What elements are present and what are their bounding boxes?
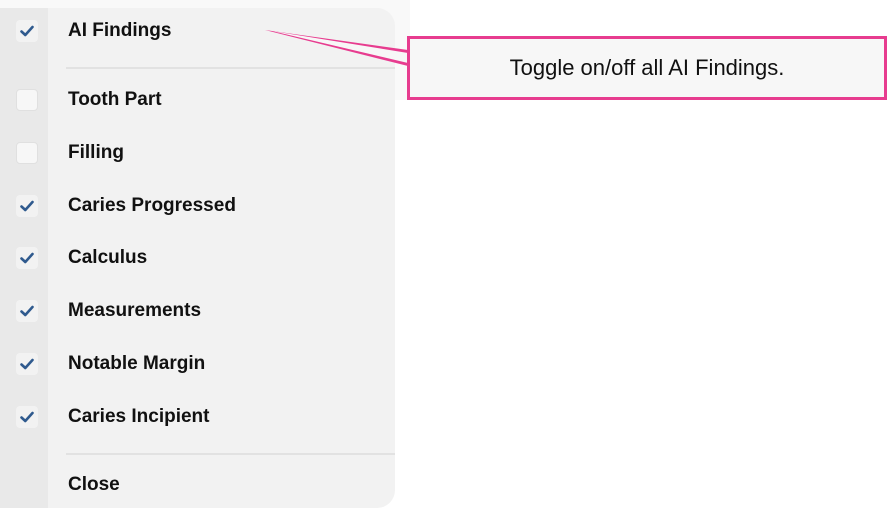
checkmark-icon bbox=[20, 25, 34, 37]
menu-separator bbox=[66, 453, 395, 455]
close-menu-item[interactable]: Close bbox=[0, 465, 395, 505]
menu-item-label: AI Findings bbox=[68, 20, 172, 41]
checkmark-icon bbox=[20, 252, 34, 264]
checkmark-icon bbox=[20, 358, 34, 370]
checkmark-icon bbox=[20, 305, 34, 317]
menu-item-label: Caries Progressed bbox=[68, 195, 236, 216]
callout-text: Toggle on/off all AI Findings. bbox=[509, 55, 785, 80]
menu-item-caries-progressed[interactable]: Caries Progressed bbox=[0, 186, 395, 226]
menu-item-label: Caries Incipient bbox=[68, 406, 210, 427]
menu-item-label: Tooth Part bbox=[68, 89, 162, 110]
menu-separator bbox=[66, 67, 395, 69]
menu-item-filling[interactable]: Filling bbox=[0, 133, 395, 173]
calculus-checkbox[interactable] bbox=[16, 247, 38, 269]
measurements-checkbox[interactable] bbox=[16, 300, 38, 322]
menu-item-label: Measurements bbox=[68, 300, 202, 321]
filling-checkbox[interactable] bbox=[16, 142, 38, 164]
checkmark-icon bbox=[20, 200, 34, 212]
menu-item-label: Notable Margin bbox=[68, 353, 206, 374]
menu-item-measurements[interactable]: Measurements bbox=[0, 291, 395, 331]
menu-item-tooth-part[interactable]: Tooth Part bbox=[0, 80, 395, 120]
findings-menu: AI Findings Tooth Part Filling Caries Pr… bbox=[0, 8, 395, 508]
menu-item-label: Calculus bbox=[68, 247, 148, 268]
caries-incipient-checkbox[interactable] bbox=[16, 406, 38, 428]
menu-item-calculus[interactable]: Calculus bbox=[0, 238, 395, 278]
menu-item-caries-incipient[interactable]: Caries Incipient bbox=[0, 397, 395, 437]
ai-findings-checkbox[interactable] bbox=[16, 20, 38, 42]
tooltip-callout: Toggle on/off all AI Findings. bbox=[407, 36, 887, 100]
caries-progressed-checkbox[interactable] bbox=[16, 195, 38, 217]
menu-item-label: Filling bbox=[68, 142, 124, 163]
menu-item-ai-findings[interactable]: AI Findings bbox=[0, 11, 395, 51]
close-label: Close bbox=[68, 474, 120, 495]
tooth-part-checkbox[interactable] bbox=[16, 89, 38, 111]
menu-item-notable-margin[interactable]: Notable Margin bbox=[0, 344, 395, 384]
notable-margin-checkbox[interactable] bbox=[16, 353, 38, 375]
checkmark-icon bbox=[20, 411, 34, 423]
